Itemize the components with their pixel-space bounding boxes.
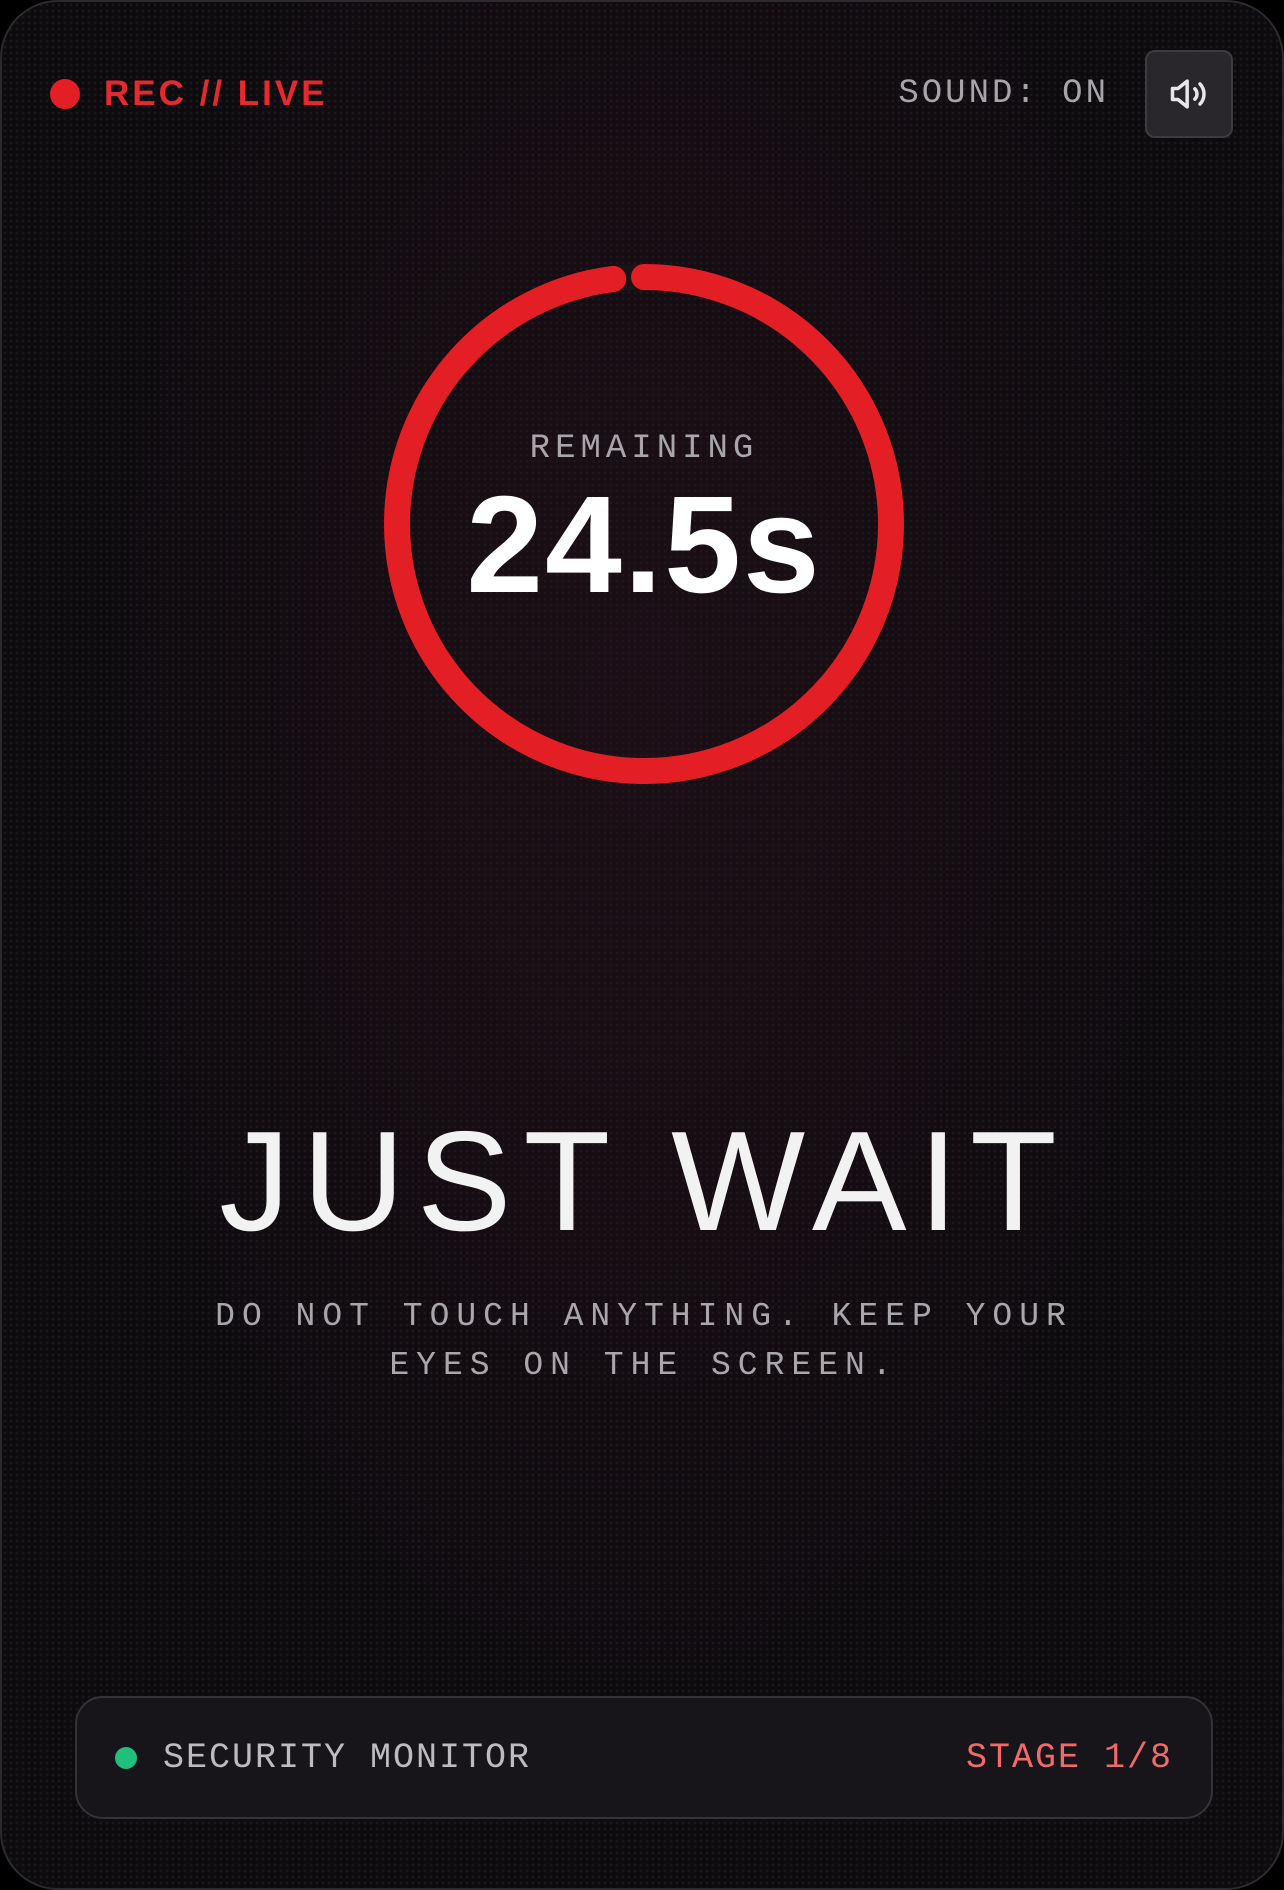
stage-indicator: STAGE 1/8 <box>965 1737 1173 1778</box>
countdown-ring: REMAINING 24.5s <box>384 264 904 784</box>
app-frame: REC // LIVE SOUND: ON REMAINING 24.5s JU… <box>0 0 1284 1890</box>
sound-status-label: SOUND: ON <box>898 75 1109 113</box>
speaker-volume-icon <box>1170 79 1206 109</box>
sound-control: SOUND: ON <box>898 50 1233 138</box>
headline: JUST WAIT <box>219 1102 1069 1261</box>
recording-indicator: REC // LIVE <box>50 72 328 116</box>
remaining-label: REMAINING <box>529 430 759 468</box>
countdown-value: 24.5s <box>466 468 822 622</box>
security-monitor-label: SECURITY MONITOR <box>163 1737 532 1778</box>
rec-live-label: REC // LIVE <box>104 74 328 113</box>
status-dot-icon <box>115 1746 137 1769</box>
recording-dot-icon <box>50 79 80 109</box>
status-bar: SECURITY MONITOR STAGE 1/8 <box>75 1696 1213 1819</box>
sound-toggle-button[interactable] <box>1145 50 1233 138</box>
instruction-text: DO NOT TOUCH ANYTHING. KEEP YOUR EYES ON… <box>215 1298 1073 1384</box>
